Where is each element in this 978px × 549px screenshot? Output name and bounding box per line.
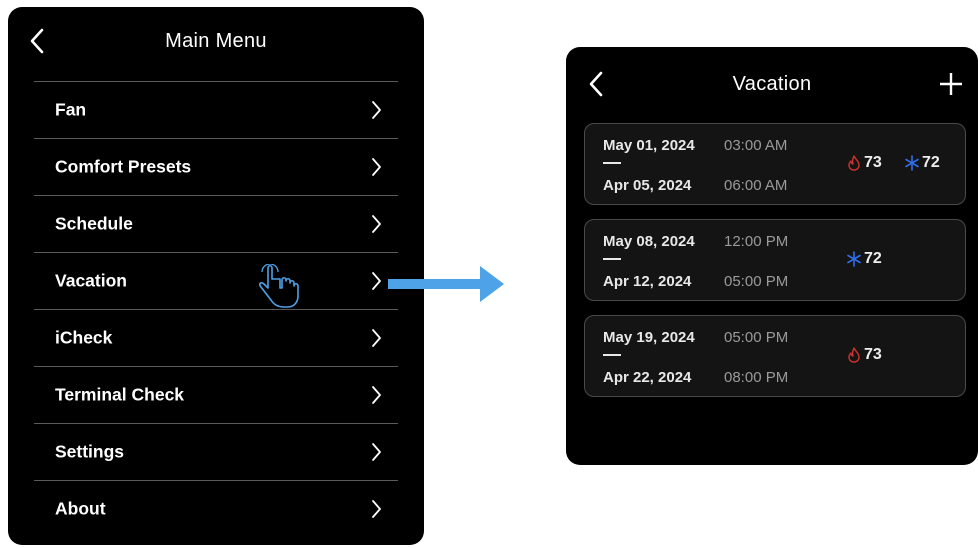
- page-title: Vacation: [732, 73, 812, 95]
- chevron-right-icon: [370, 271, 382, 291]
- end-time: 06:00 AM: [724, 177, 788, 194]
- end-date: Apr 12, 2024: [603, 273, 692, 290]
- arrow-right-icon: [388, 266, 504, 302]
- cool-value: 72: [922, 154, 940, 171]
- menu-item-comfort-presets[interactable]: Comfort Presets: [34, 138, 398, 195]
- cool-setpoint: 72: [847, 250, 882, 268]
- chevron-right-icon: [370, 442, 382, 462]
- flame-icon: [847, 347, 861, 363]
- menu-item-label: iCheck: [55, 327, 113, 348]
- menu-item-terminal-check[interactable]: Terminal Check: [34, 366, 398, 423]
- vacation-card[interactable]: May 01, 2024 03:00 AM Apr 05, 2024 06:00…: [584, 123, 966, 205]
- cool-setpoint: 72: [905, 154, 940, 172]
- menu-item-label: Settings: [55, 441, 125, 462]
- chevron-right-icon: [370, 385, 382, 405]
- menu-item-label: Vacation: [55, 270, 127, 291]
- heat-setpoint: 73: [847, 346, 882, 364]
- start-date: May 01, 2024: [603, 137, 695, 154]
- menu-item-label: About: [55, 498, 106, 519]
- snowflake-icon: [847, 251, 861, 267]
- end-time: 08:00 PM: [724, 369, 789, 386]
- chevron-right-icon: [370, 100, 382, 120]
- chevron-right-icon: [370, 214, 382, 234]
- date-separator: [603, 258, 621, 260]
- menu-item-icheck[interactable]: iCheck: [34, 309, 398, 366]
- menu-item-schedule[interactable]: Schedule: [34, 195, 398, 252]
- start-time: 12:00 PM: [724, 233, 789, 250]
- chevron-right-icon: [370, 499, 382, 519]
- menu-item-settings[interactable]: Settings: [34, 423, 398, 480]
- start-time: 05:00 PM: [724, 329, 789, 346]
- main-menu-screen: Main Menu Fan Comfort Presets Schedule V…: [8, 7, 424, 545]
- vacation-card[interactable]: May 08, 2024 12:00 PM Apr 12, 2024 05:00…: [584, 219, 966, 301]
- start-date: May 08, 2024: [603, 233, 695, 250]
- menu-list: Fan Comfort Presets Schedule Vacation iC…: [34, 81, 398, 537]
- menu-item-label: Schedule: [55, 213, 133, 234]
- vacation-screen: Vacation May 01, 2024 03:00 AM Apr 05, 2…: [566, 47, 978, 465]
- heat-value: 73: [864, 154, 882, 171]
- end-time: 05:00 PM: [724, 273, 789, 290]
- menu-item-fan[interactable]: Fan: [34, 81, 398, 138]
- menu-item-label: Comfort Presets: [55, 156, 192, 177]
- page-title: Main Menu: [165, 30, 267, 52]
- end-date: Apr 05, 2024: [603, 177, 692, 194]
- snowflake-icon: [905, 155, 919, 171]
- heat-value: 73: [864, 346, 882, 363]
- chevron-right-icon: [370, 328, 382, 348]
- cool-value: 72: [864, 250, 882, 267]
- plus-icon: [938, 73, 964, 101]
- hand-pointer-icon: [258, 263, 302, 310]
- vacation-list: May 01, 2024 03:00 AM Apr 05, 2024 06:00…: [584, 123, 966, 411]
- start-date: May 19, 2024: [603, 329, 695, 346]
- menu-item-about[interactable]: About: [34, 480, 398, 537]
- menu-item-vacation[interactable]: Vacation: [34, 252, 398, 309]
- chevron-right-icon: [370, 157, 382, 177]
- date-separator: [603, 162, 621, 164]
- date-separator: [603, 354, 621, 356]
- start-time: 03:00 AM: [724, 137, 788, 154]
- add-vacation-button[interactable]: [938, 71, 964, 97]
- vacation-card[interactable]: May 19, 2024 05:00 PM Apr 22, 2024 08:00…: [584, 315, 966, 397]
- flame-icon: [847, 155, 861, 171]
- heat-setpoint: 73: [847, 154, 882, 172]
- end-date: Apr 22, 2024: [603, 369, 692, 386]
- menu-item-label: Terminal Check: [55, 384, 185, 405]
- menu-item-label: Fan: [55, 99, 87, 120]
